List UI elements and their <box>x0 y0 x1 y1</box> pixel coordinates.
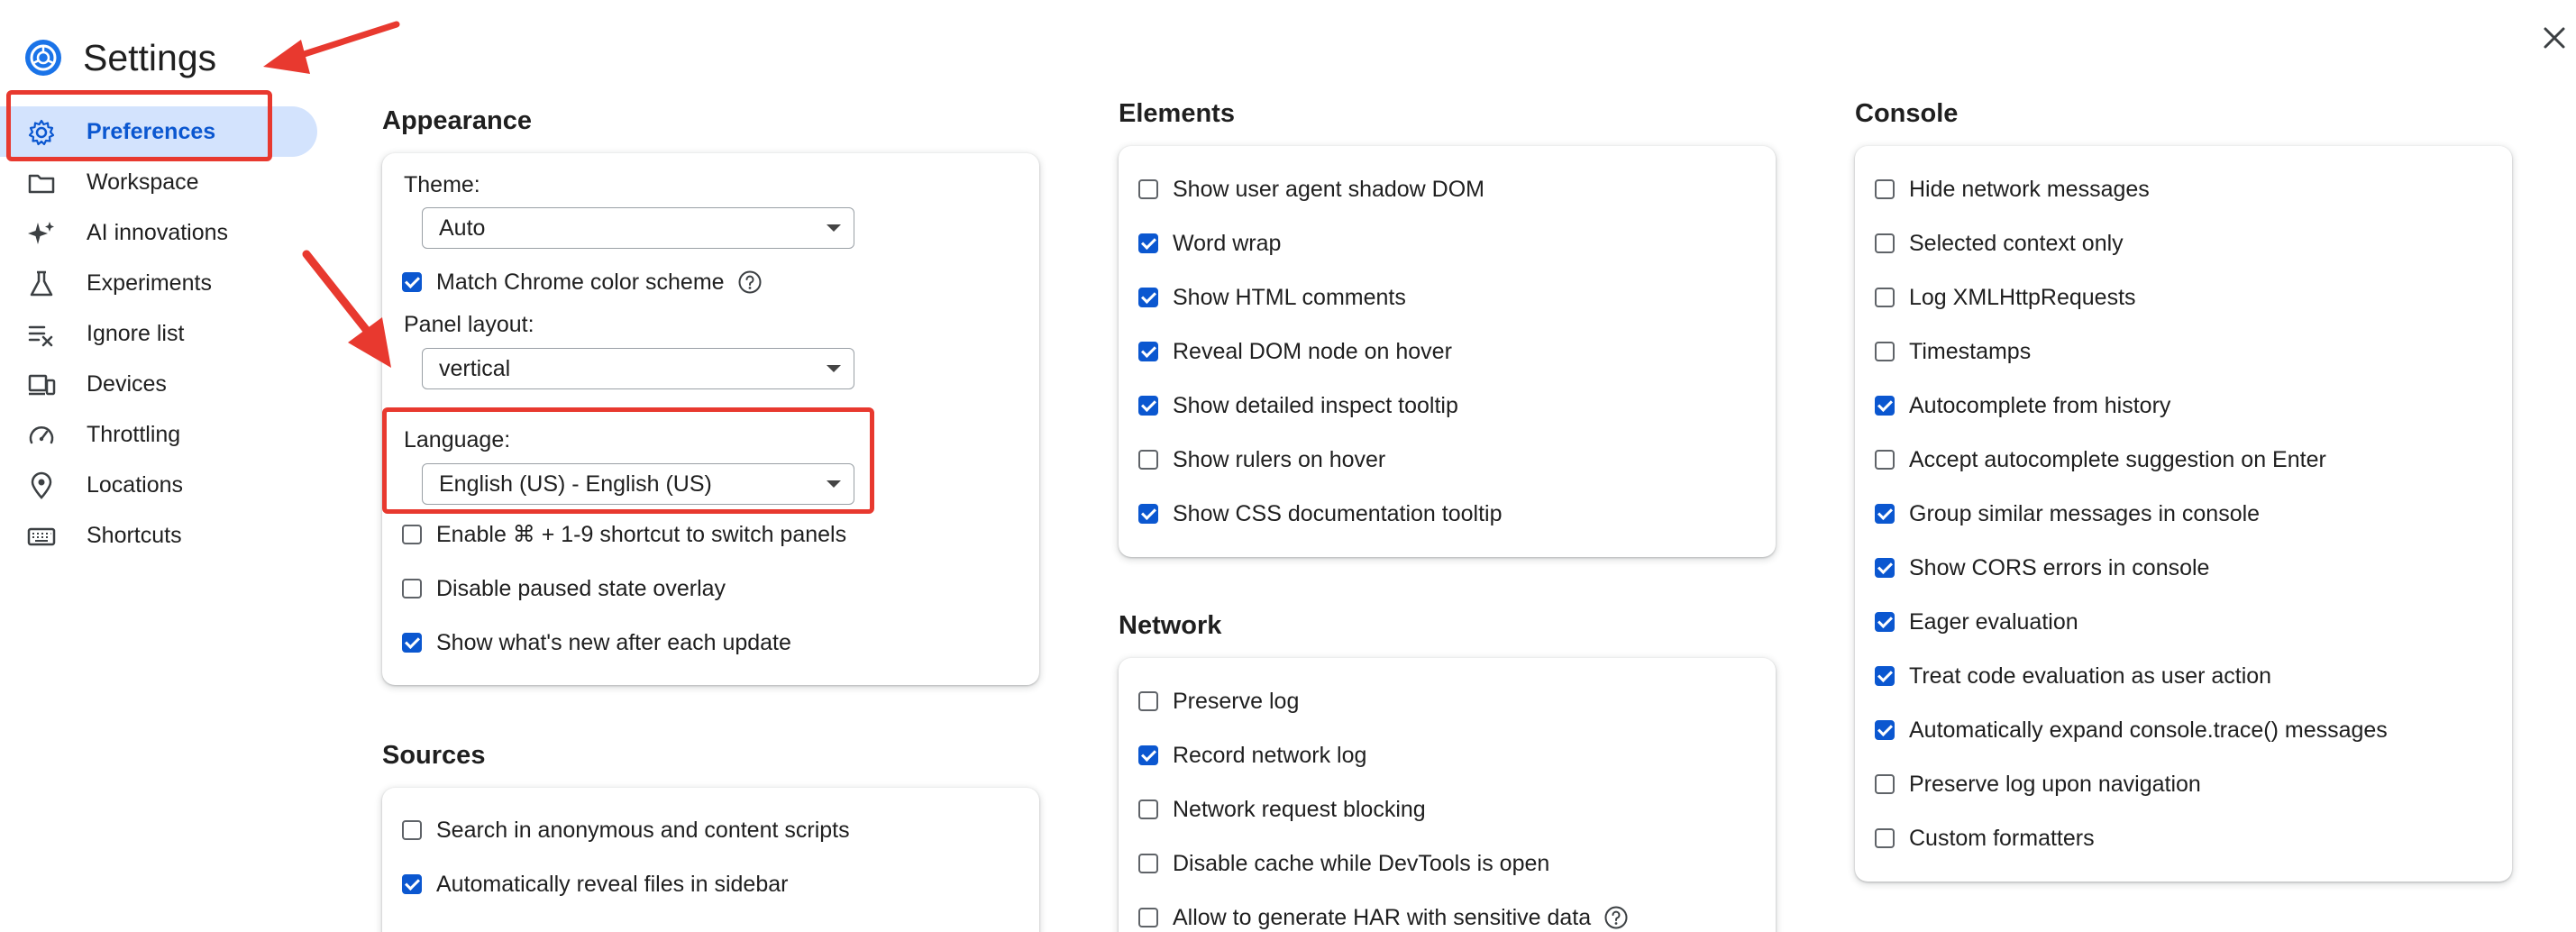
arrow-icon <box>263 21 400 74</box>
arrow-icon <box>302 250 391 368</box>
annotation-arrows <box>263 21 400 368</box>
